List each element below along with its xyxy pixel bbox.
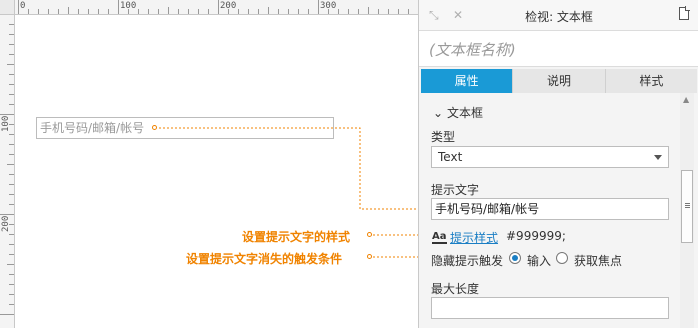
horizontal-ruler: 0 100 200 300 <box>0 0 418 15</box>
vertical-ruler-ticks <box>0 24 14 315</box>
hint-text-value: 手机号码/邮箱/帐号 <box>435 202 540 216</box>
canvas-text-field-widget[interactable]: 手机号码/邮箱/帐号 <box>36 117 334 139</box>
radio-on-input[interactable] <box>509 252 521 264</box>
annotation-anchor-dot <box>152 125 157 130</box>
chevron-down-icon <box>654 155 662 160</box>
ruler-tick-label: 300 <box>320 1 337 11</box>
inspector-panel: ⤡ ✕ 检视: 文本框 (文本框名称) 属性 说明 样式 ⌄ 文本框 类型 Tex… <box>418 0 698 328</box>
section-textbox-header[interactable]: ⌄ 文本框 <box>433 104 483 121</box>
hint-text-input[interactable]: 手机号码/邮箱/帐号 <box>431 198 669 220</box>
text-style-icon: Aa <box>432 231 447 244</box>
design-canvas[interactable] <box>15 15 418 328</box>
ruler-corner <box>0 0 15 15</box>
widget-name-placeholder: (文本框名称) <box>429 41 516 59</box>
ruler-tick-label: 200 <box>220 1 237 11</box>
radio-on-input-label[interactable]: 输入 <box>527 252 551 269</box>
inspector-header: ⤡ ✕ 检视: 文本框 <box>419 0 698 31</box>
inspector-scrollbar[interactable]: ▲ <box>680 93 694 328</box>
max-length-label: 最大长度 <box>431 282 480 296</box>
scroll-up-icon[interactable]: ▲ <box>683 95 689 104</box>
hide-hint-trigger-label: 隐藏提示触发 <box>431 254 504 268</box>
tab-properties[interactable]: 属性 <box>421 69 514 93</box>
hint-style-value: #999999; <box>506 229 566 243</box>
ruler-tick-label: 100 <box>1 115 11 132</box>
tab-notes[interactable]: 说明 <box>513 69 606 93</box>
horizontal-ruler-ticks <box>18 0 409 14</box>
hint-style-link[interactable]: 提示样式 <box>450 229 498 246</box>
annotation-trigger-note: 设置提示文字消失的触发条件 <box>186 252 343 266</box>
canvas-placeholder-text: 手机号码/邮箱/帐号 <box>40 121 145 135</box>
ruler-tick-label: 100 <box>120 1 137 11</box>
inspector-tabs: 属性 说明 样式 <box>421 69 697 93</box>
inspector-title: 检视: 文本框 <box>525 10 593 24</box>
annotation-style-note: 设置提示文字的样式 <box>242 230 351 244</box>
scrollbar-thumb[interactable] <box>681 170 693 243</box>
vertical-ruler: 100 200 <box>0 0 15 328</box>
page-icon[interactable] <box>679 6 690 20</box>
chevron-down-icon: ⌄ <box>433 106 444 120</box>
annotation-anchor-dot <box>367 254 372 259</box>
radio-on-focus-label[interactable]: 获取焦点 <box>574 252 622 269</box>
type-select-value: Text <box>438 150 463 164</box>
radio-on-focus[interactable] <box>556 252 568 264</box>
max-length-input[interactable] <box>431 297 669 319</box>
widget-name-input[interactable]: (文本框名称) <box>419 31 698 67</box>
hint-text-label: 提示文字 <box>431 183 480 197</box>
ruler-tick-label: 200 <box>1 215 11 232</box>
grip-icon <box>685 203 690 204</box>
ruler-tick-label: 0 <box>20 1 26 11</box>
type-label: 类型 <box>431 130 456 144</box>
section-title: 文本框 <box>447 106 484 120</box>
tab-style[interactable]: 样式 <box>605 69 697 93</box>
annotation-anchor-dot <box>367 232 372 237</box>
type-select[interactable]: Text <box>431 146 669 168</box>
